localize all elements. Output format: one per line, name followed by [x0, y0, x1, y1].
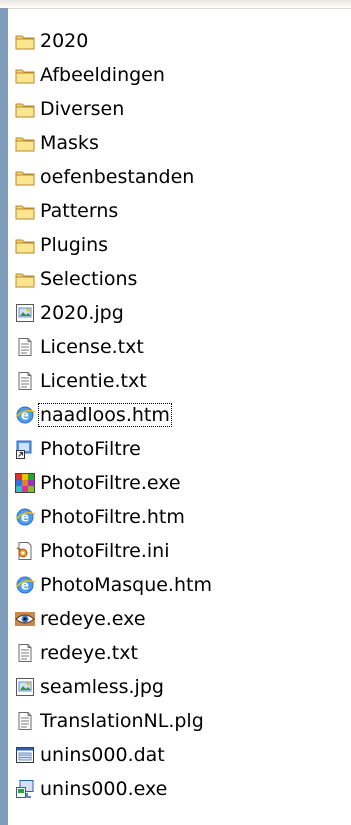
item-label: Plugins [40, 234, 109, 256]
file-item[interactable]: License.txt [14, 330, 344, 364]
folder-icon [14, 64, 36, 86]
file-item[interactable]: e PhotoMasque.htm [14, 568, 344, 602]
file-item[interactable]: TranslationNL.plg [14, 704, 344, 738]
item-label: Afbeeldingen [40, 64, 165, 86]
file-item[interactable]: unins000.dat [14, 738, 344, 772]
file-item[interactable]: PhotoFiltre.exe [14, 466, 344, 500]
item-label: redeye.exe [40, 608, 146, 630]
folder-icon [14, 268, 36, 290]
item-label: 2020 [40, 30, 89, 52]
file-item[interactable]: PhotoFiltre [14, 432, 344, 466]
text-file-icon [14, 710, 36, 732]
folder-item[interactable]: Diversen [14, 92, 344, 126]
image-file-icon [14, 302, 36, 324]
folder-icon [14, 234, 36, 256]
pane-top-border [0, 0, 351, 9]
file-list: 2020 Afbeeldingen Diversen Masks oefenbe… [14, 24, 344, 806]
folder-item[interactable]: Masks [14, 126, 344, 160]
item-label: Diversen [40, 98, 125, 120]
text-file-icon [14, 370, 36, 392]
text-file-icon [14, 642, 36, 664]
file-item[interactable]: redeye.exe [14, 602, 344, 636]
folder-icon [14, 166, 36, 188]
item-label: oefenbestanden [40, 166, 195, 188]
item-label: PhotoFiltre [40, 438, 141, 460]
folder-item[interactable]: oefenbestanden [14, 160, 344, 194]
html-file-icon: e [14, 404, 36, 426]
item-label: seamless.jpg [40, 676, 164, 698]
file-item[interactable]: seamless.jpg [14, 670, 344, 704]
file-item[interactable]: Licentie.txt [14, 364, 344, 398]
folder-icon [14, 30, 36, 52]
folder-item[interactable]: Patterns [14, 194, 344, 228]
redeye-app-icon [14, 608, 36, 630]
folder-icon [14, 132, 36, 154]
item-label: PhotoMasque.htm [40, 574, 212, 596]
text-file-icon [14, 336, 36, 358]
item-label: naadloos.htm [38, 403, 172, 427]
item-label: unins000.dat [40, 744, 165, 766]
file-item[interactable]: unins000.exe [14, 772, 344, 806]
item-label: redeye.txt [40, 642, 138, 664]
file-item[interactable]: redeye.txt [14, 636, 344, 670]
file-item[interactable]: e PhotoFiltre.htm [14, 500, 344, 534]
photofiltre-app-icon [14, 472, 36, 494]
item-label: Selections [40, 268, 138, 290]
item-label: License.txt [40, 336, 144, 358]
shortcut-icon [14, 438, 36, 460]
folder-icon [14, 98, 36, 120]
file-item[interactable]: PhotoFiltre.ini [14, 534, 344, 568]
file-list-pane: 2020 Afbeeldingen Diversen Masks oefenbe… [0, 0, 351, 825]
item-label: PhotoFiltre.exe [40, 472, 181, 494]
item-label: PhotoFiltre.htm [40, 506, 185, 528]
folder-item[interactable]: Selections [14, 262, 344, 296]
folder-item[interactable]: 2020 [14, 24, 344, 58]
item-label: PhotoFiltre.ini [40, 540, 170, 562]
data-file-icon [14, 744, 36, 766]
item-label: unins000.exe [40, 778, 168, 800]
file-item[interactable]: 2020.jpg [14, 296, 344, 330]
folder-item[interactable]: Afbeeldingen [14, 58, 344, 92]
item-label: Licentie.txt [40, 370, 147, 392]
image-file-icon [14, 676, 36, 698]
item-label: 2020.jpg [40, 302, 124, 324]
file-item[interactable]: e naadloos.htm [14, 398, 344, 432]
item-label: TranslationNL.plg [40, 710, 204, 732]
pane-left-border [0, 8, 8, 825]
item-label: Patterns [40, 200, 119, 222]
html-file-icon: e [14, 574, 36, 596]
item-label: Masks [40, 132, 99, 154]
folder-icon [14, 200, 36, 222]
html-file-icon: e [14, 506, 36, 528]
folder-item[interactable]: Plugins [14, 228, 344, 262]
uninstaller-icon [14, 778, 36, 800]
settings-file-icon [14, 540, 36, 562]
